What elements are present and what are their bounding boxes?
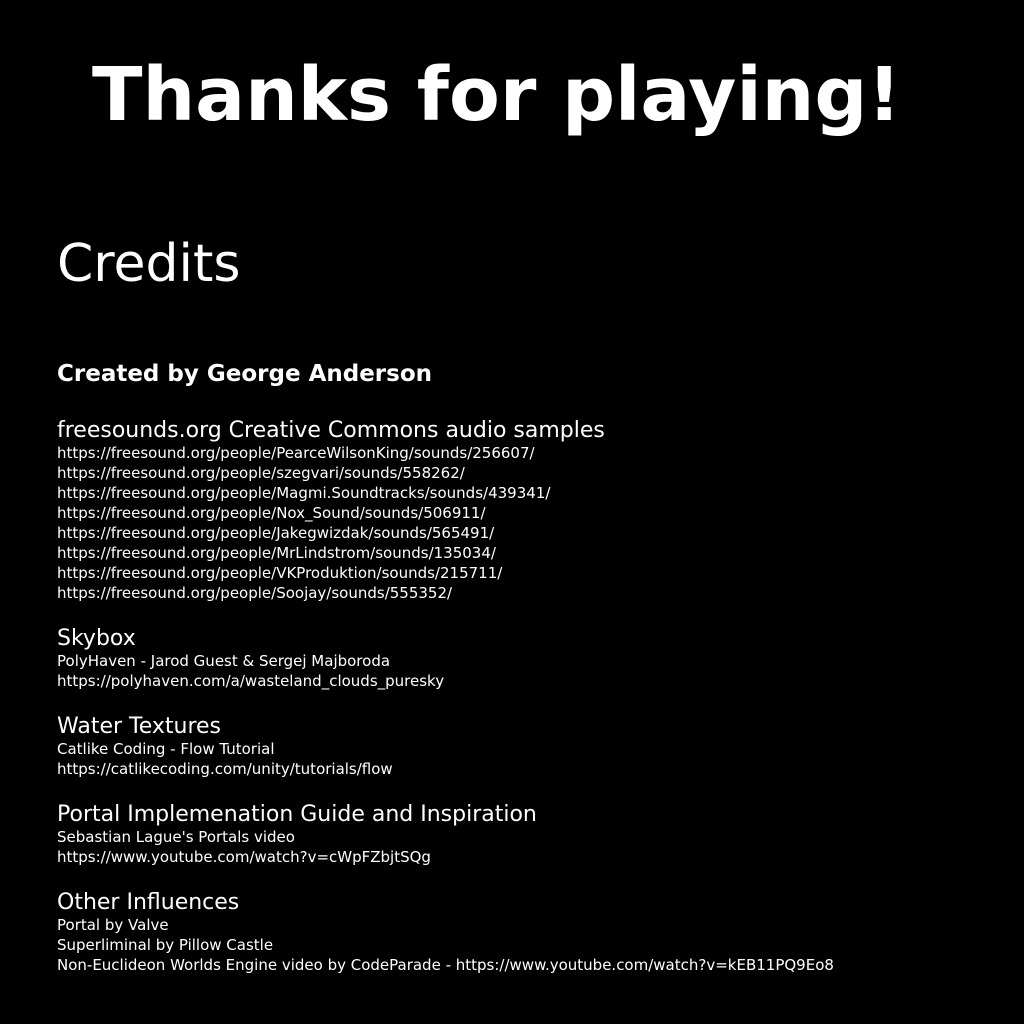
credit-line: https://freesound.org/people/Nox_Sound/s… — [57, 504, 486, 522]
credit-line: https://freesound.org/people/Soojay/soun… — [57, 584, 453, 602]
credit-section-skybox: Skybox PolyHaven - Jarod Guest & Sergej … — [57, 627, 444, 691]
section-title: Other Influences — [57, 890, 240, 915]
creator-credit: Created by George Anderson — [57, 361, 433, 387]
section-title: Skybox — [57, 626, 136, 651]
credit-line: Non-Euclideon Worlds Engine video by Cod… — [57, 956, 834, 974]
credit-line: https://polyhaven.com/a/wasteland_clouds… — [57, 672, 445, 690]
credit-line: https://freesound.org/people/PearceWilso… — [57, 444, 535, 462]
credit-section-influences: Other Influences Portal by Valve Superli… — [57, 891, 834, 975]
credit-section-audio: freesounds.org Creative Commons audio sa… — [57, 419, 605, 603]
section-title: freesounds.org Creative Commons audio sa… — [57, 418, 605, 443]
credit-line: Catlike Coding - Flow Tutorial — [57, 740, 275, 758]
credit-line: https://freesound.org/people/Jakegwizdak… — [57, 524, 495, 542]
credit-line: https://catlikecoding.com/unity/tutorial… — [57, 760, 393, 778]
credit-line: PolyHaven - Jarod Guest & Sergej Majboro… — [57, 652, 391, 670]
credit-line: https://freesound.org/people/szegvari/so… — [57, 464, 465, 482]
thanks-title: Thanks for playing! — [92, 52, 902, 138]
credit-line: https://freesound.org/people/VKProduktio… — [57, 564, 503, 582]
credit-section-water: Water Textures Catlike Coding - Flow Tut… — [57, 715, 393, 779]
credit-line: https://freesound.org/people/Magmi.Sound… — [57, 484, 551, 502]
credit-line: Sebastian Lague's Portals video — [57, 828, 295, 846]
credit-line: Superliminal by Pillow Castle — [57, 936, 274, 954]
credits-heading: Credits — [57, 234, 241, 294]
section-title: Portal Implemenation Guide and Inspirati… — [57, 802, 537, 827]
credit-line: https://freesound.org/people/MrLindstrom… — [57, 544, 496, 562]
section-title: Water Textures — [57, 714, 222, 739]
credit-section-portal: Portal Implemenation Guide and Inspirati… — [57, 803, 537, 867]
credit-line: https://www.youtube.com/watch?v=cWpFZbjt… — [57, 848, 431, 866]
credit-line: Portal by Valve — [57, 916, 169, 934]
